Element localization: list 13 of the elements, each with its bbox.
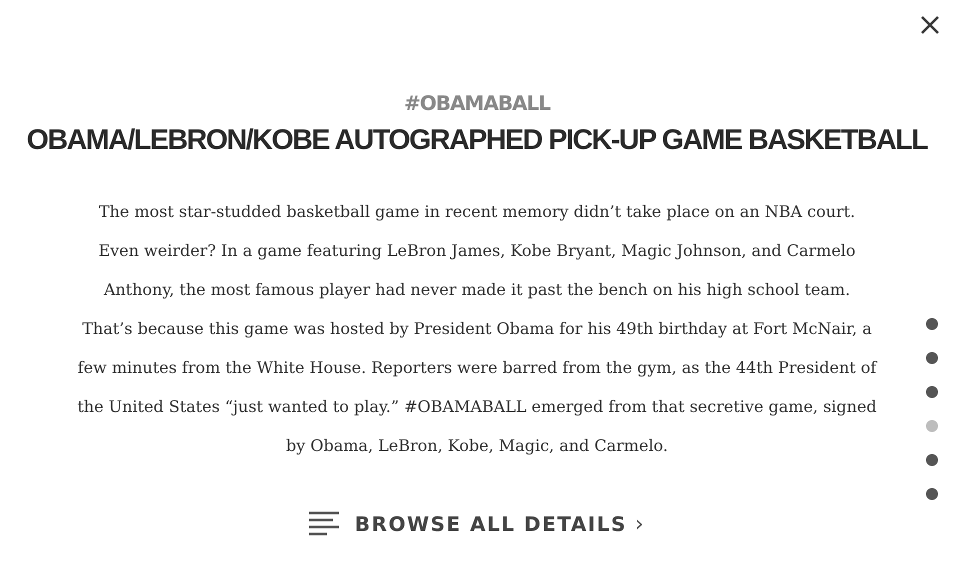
pager-dot[interactable] (926, 352, 938, 364)
close-icon (920, 15, 940, 35)
pager-dot[interactable] (926, 420, 938, 432)
pager-dot[interactable] (926, 488, 938, 500)
pager-dot[interactable] (926, 386, 938, 398)
chevron-icon: › (634, 512, 646, 536)
item-title: OBAMA/LEBRON/KOBE AUTOGRAPHED PICK-UP GAME BASKETBALL (26, 123, 928, 158)
hashtag-label: #OBAMABALL (404, 90, 550, 116)
list-lines-icon (308, 511, 341, 537)
pager-dot[interactable] (926, 454, 938, 466)
description-paragraph: The most star-studded basketball game in recent memory didn’t take place on an NBA court. Even weirder? In a game featuring LeBron James, Kobe Bryant, Magic Johnson, and Carmelo Anthony, the most famous player had never made it past the bench on his high school team. That’s because this game was hosted by President Obama for his 49th birthday at Fort McNair, a few minutes from the White House. Reporters were barred from the gym, as the 44th President of the United States “just wanted to play.” #OBAMABALL emerged from that secretive game, signed by Obama, LeBron, Kobe, Magic, and Carmelo. (77, 201, 877, 457)
pager-dot[interactable] (926, 318, 938, 330)
browse-details-link[interactable]: BROWSE ALL DETAILS › (308, 511, 646, 537)
